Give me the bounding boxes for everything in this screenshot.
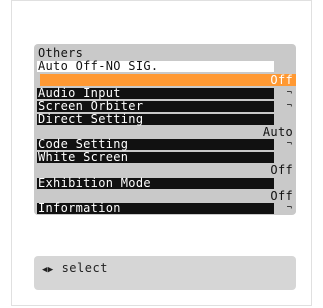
navigation-hint: ◀▶ select [34, 256, 296, 290]
menu-item-information[interactable]: Information [37, 201, 274, 215]
menu-item-label: Auto Off-NO SIG. [38, 59, 159, 73]
left-right-arrows-icon: ◀▶ [42, 265, 54, 275]
menu-item-label: Code Setting [38, 137, 129, 151]
menu-title: Others [38, 46, 84, 60]
white-screen-value[interactable]: Off [40, 164, 296, 176]
menu-item-label: Exhibition Mode [38, 176, 151, 190]
submenu-arrow-icon: ¬ [286, 139, 292, 149]
menu-item-label: Audio Input [38, 86, 121, 100]
hint-label: select [61, 261, 108, 275]
menu-item-exhibition-mode[interactable]: Exhibition Mode [37, 176, 274, 190]
others-menu: Others Auto Off-NO SIG. Off Audio Input … [34, 44, 296, 215]
auto-off-value[interactable]: Off [40, 74, 296, 86]
menu-item-screen-orbiter[interactable]: Screen Orbiter [37, 99, 274, 113]
menu-item-audio-input[interactable]: Audio Input [37, 86, 274, 100]
menu-item-label: Screen Orbiter [38, 99, 144, 113]
hint-text: ◀▶ select [42, 262, 108, 276]
menu-item-label: Information [38, 201, 121, 215]
menu-item-code-setting[interactable]: Code Setting [37, 137, 274, 151]
submenu-arrow-icon: ¬ [286, 88, 292, 98]
menu-item-label: Direct Setting [38, 112, 144, 126]
menu-item-direct-setting[interactable]: Direct Setting [37, 112, 274, 126]
submenu-arrow-icon: ¬ [286, 203, 292, 213]
menu-item-white-screen[interactable]: White Screen [37, 150, 274, 164]
menu-item-auto-off[interactable]: Auto Off-NO SIG. [37, 59, 274, 73]
submenu-arrow-icon: ¬ [286, 101, 292, 111]
menu-item-label: White Screen [38, 150, 129, 164]
